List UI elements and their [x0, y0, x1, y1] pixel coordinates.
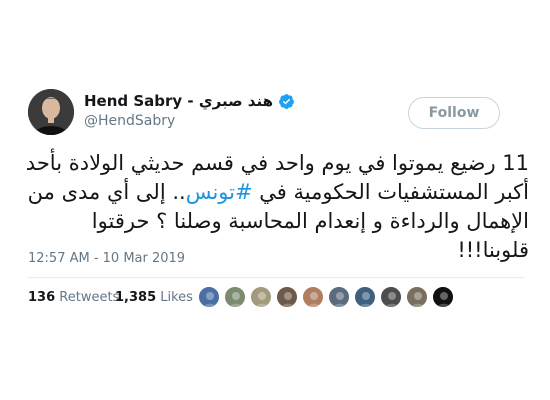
tweet-card: Hend Sabry - هند صبري @HendSabry Follow …: [20, 73, 530, 319]
likes-count: 1,385: [115, 290, 157, 305]
user-names: Hend Sabry - هند صبري @HendSabry: [84, 91, 295, 133]
hashtag-link[interactable]: #تونس: [186, 180, 253, 204]
likes-label: Likes: [160, 290, 193, 305]
tweet-text: 11 رضيع يموتوا في يوم واحد في قسم حديثي …: [24, 149, 529, 265]
retweets-stat[interactable]: 136 Retweets: [28, 290, 119, 305]
follow-button[interactable]: Follow: [408, 97, 500, 129]
liker-avatar-1[interactable]: [198, 286, 220, 308]
tweet-timestamp[interactable]: 12:57 AM - 10 Mar 2019: [28, 251, 185, 266]
liker-avatar-4[interactable]: [276, 286, 298, 308]
liker-avatar-3[interactable]: [250, 286, 272, 308]
screen-name[interactable]: @HendSabry: [84, 113, 295, 129]
liker-avatar-5[interactable]: [302, 286, 324, 308]
avatar-image: [28, 89, 74, 135]
display-name[interactable]: Hend Sabry - هند صبري: [84, 92, 273, 110]
display-name-row: Hend Sabry - هند صبري: [84, 91, 295, 111]
tweet-stats: 136 Retweets 1,385 Likes: [28, 278, 524, 318]
liker-avatar-8[interactable]: [380, 286, 402, 308]
retweets-count: 136: [28, 290, 56, 305]
liker-avatar-2[interactable]: [224, 286, 246, 308]
liker-avatar-9[interactable]: [406, 286, 428, 308]
liker-avatar-7[interactable]: [354, 286, 376, 308]
verified-badge-icon: [278, 93, 295, 110]
retweets-label: Retweets: [59, 290, 120, 305]
tweet-header: Hend Sabry - هند صبري @HendSabry Follow: [20, 87, 530, 137]
avatar[interactable]: [28, 89, 74, 135]
likes-stat[interactable]: 1,385 Likes: [115, 290, 193, 305]
liker-avatar-10[interactable]: [432, 286, 454, 308]
liker-avatar-6[interactable]: [328, 286, 350, 308]
